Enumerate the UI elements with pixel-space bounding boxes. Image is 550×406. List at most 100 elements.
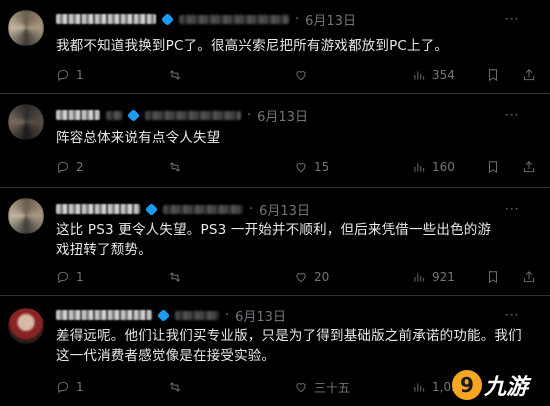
reply-button[interactable]: 1 — [56, 378, 84, 396]
retweet-icon — [170, 162, 180, 172]
blurred-display-name[interactable] — [56, 310, 152, 320]
heart-icon — [296, 163, 306, 173]
blurred-handle[interactable] — [145, 110, 241, 120]
like-button[interactable]: 15 — [294, 158, 329, 176]
post-header: · 6月13日 — [56, 106, 308, 125]
heart-icon — [296, 273, 306, 283]
retweet-icon — [170, 382, 180, 392]
bookmark-icon — [489, 161, 497, 174]
bookmark-icon — [489, 271, 497, 284]
share-button[interactable] — [522, 268, 536, 286]
avatar[interactable] — [8, 198, 44, 234]
blurred-handle[interactable] — [163, 204, 243, 214]
bookmark-button[interactable] — [486, 268, 500, 286]
like-button[interactable]: 三十五 — [294, 378, 350, 396]
retweet-button[interactable] — [168, 158, 188, 176]
reply-post[interactable]: · 6月13日 ··· 阵容总体来说有点令人失望 2 15 160 — [0, 94, 550, 188]
post-actions: 2 15 160 — [56, 158, 506, 176]
reply-button[interactable]: 2 — [56, 158, 84, 176]
reply-count: 1 — [76, 270, 84, 284]
avatar[interactable] — [8, 10, 44, 46]
share-button[interactable] — [522, 158, 536, 176]
blurred-display-name[interactable] — [56, 110, 100, 120]
reply-icon — [57, 271, 69, 284]
views-count: 921 — [432, 270, 455, 284]
views-chart-icon — [414, 163, 425, 172]
watermark-logo-icon: 9 — [452, 370, 482, 400]
like-count: 20 — [314, 270, 330, 284]
like-count: 15 — [314, 160, 330, 174]
post-header: · 6月13日 — [56, 200, 310, 219]
reply-count: 1 — [76, 68, 84, 82]
post-header: · 6月13日 — [56, 10, 356, 29]
more-options-icon[interactable]: ··· — [505, 12, 519, 26]
views-count: 354 — [432, 68, 455, 82]
reply-count: 1 — [76, 380, 84, 394]
reply-post[interactable]: · 6月13日 ··· 这比 PS3 更令人失望。PS3 一开始并不顺利，但后来… — [0, 188, 550, 296]
blurred-handle[interactable] — [175, 310, 219, 320]
verified-badge-icon — [126, 108, 141, 122]
views-chart-icon — [414, 273, 425, 282]
views-chart-icon — [414, 383, 425, 392]
bookmark-button[interactable] — [486, 66, 500, 84]
more-options-icon[interactable]: ··· — [505, 108, 519, 122]
views-button[interactable]: 160 — [412, 158, 455, 176]
reply-icon — [57, 381, 69, 394]
retweet-button[interactable] — [168, 66, 188, 84]
more-options-icon[interactable]: ··· — [505, 308, 519, 322]
post-actions: 1 20 921 — [56, 268, 506, 286]
verified-badge-icon — [144, 202, 159, 216]
post-text: 我都不知道我换到PC了。很高兴索尼把所有游戏都放到PC上了。 — [56, 38, 449, 54]
avatar[interactable] — [8, 308, 44, 344]
reply-post[interactable]: · 6月13日 ··· 我都不知道我换到PC了。很高兴索尼把所有游戏都放到PC上… — [0, 0, 550, 94]
reply-feed: · 6月13日 ··· 我都不知道我换到PC了。很高兴索尼把所有游戏都放到PC上… — [0, 0, 550, 406]
blurred-handle-prefix — [106, 110, 122, 120]
separator-dot: · — [225, 307, 230, 323]
blurred-display-name[interactable] — [56, 204, 140, 214]
share-icon — [523, 271, 535, 283]
bookmark-icon — [489, 69, 497, 82]
reply-count: 2 — [76, 160, 84, 174]
post-date[interactable]: 6月13日 — [305, 10, 356, 29]
post-actions: 1 三十五 1,058 — [56, 378, 476, 396]
reply-button[interactable]: 1 — [56, 66, 84, 84]
post-text: 差得远呢。他们让我们买专业版，只是为了得到基础版之前承诺的功能。我们这一代消费者… — [56, 328, 522, 364]
post-actions: 1 354 — [56, 66, 506, 84]
views-count: 160 — [432, 160, 455, 174]
heart-icon — [296, 71, 306, 81]
like-button[interactable] — [294, 66, 314, 84]
more-options-icon[interactable]: ··· — [505, 202, 519, 216]
retweet-icon — [170, 70, 180, 80]
retweet-icon — [170, 272, 180, 282]
share-icon — [523, 69, 535, 81]
like-count: 三十五 — [314, 380, 351, 395]
heart-icon — [296, 383, 306, 393]
views-button[interactable]: 354 — [412, 66, 455, 84]
like-button[interactable]: 20 — [294, 268, 329, 286]
reply-icon — [57, 69, 69, 82]
site-watermark: 9 九游 — [452, 368, 544, 402]
share-icon — [523, 161, 535, 173]
post-date[interactable]: 6月13日 — [257, 106, 308, 125]
blurred-handle[interactable] — [179, 14, 289, 24]
watermark-text: 九游 — [484, 375, 529, 400]
bookmark-button[interactable] — [486, 158, 500, 176]
post-date[interactable]: 6月13日 — [259, 200, 310, 219]
post-date[interactable]: 6月13日 — [235, 306, 286, 325]
reply-icon — [57, 161, 69, 174]
separator-dot: · — [249, 201, 254, 217]
views-button[interactable]: 921 — [412, 268, 455, 286]
verified-badge-icon — [156, 308, 171, 322]
avatar[interactable] — [8, 104, 44, 140]
reply-button[interactable]: 1 — [56, 268, 84, 286]
retweet-button[interactable] — [168, 378, 188, 396]
share-button[interactable] — [522, 66, 536, 84]
retweet-button[interactable] — [168, 268, 188, 286]
views-chart-icon — [414, 71, 425, 80]
post-header: · 6月13日 — [56, 306, 286, 325]
separator-dot: · — [247, 107, 252, 123]
blurred-display-name[interactable] — [56, 14, 156, 24]
verified-badge-icon — [160, 12, 175, 26]
separator-dot: · — [295, 11, 300, 27]
post-text: 阵容总体来说有点令人失望 — [56, 130, 221, 146]
